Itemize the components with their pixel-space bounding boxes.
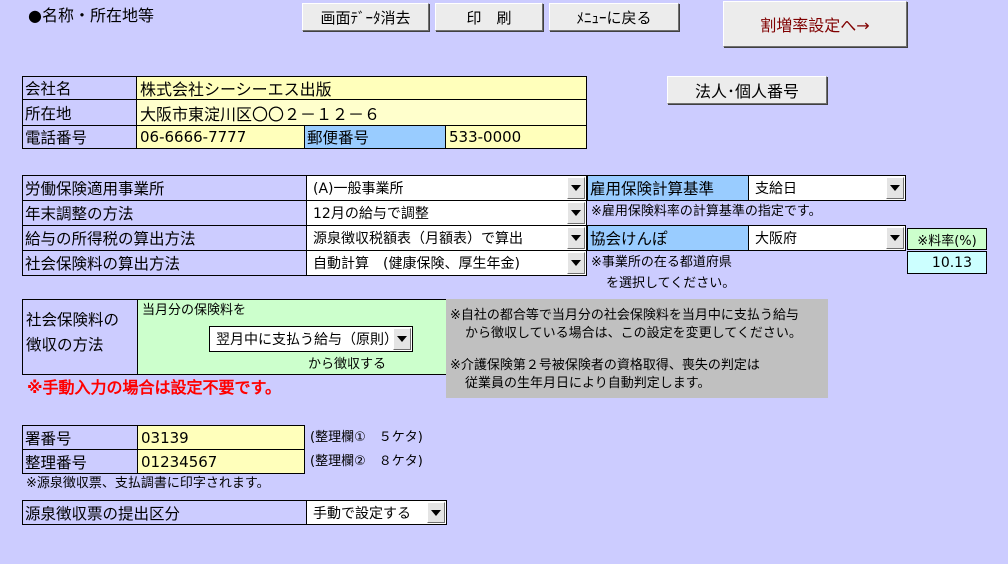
section-title: ●名称・所在地等 (28, 6, 154, 25)
collection-timing-select[interactable]: 翌月中に支払う給与（原則） (209, 326, 413, 352)
collection-label-line1: 社会保険料の (26, 311, 120, 329)
kenpo-value: 大阪府 (755, 231, 797, 247)
year-end-label: 年末調整の方法 (22, 200, 307, 226)
social-insurance-select[interactable]: 自動計算 (健康保険、厚生年金) (306, 250, 587, 276)
company-name-label: 会社名 (22, 76, 137, 100)
dropdown-arrow-icon[interactable] (567, 202, 585, 224)
surcharge-settings-button[interactable]: 割増率設定へ→ (723, 1, 907, 47)
zip-label: 郵便番号 (304, 125, 446, 149)
income-tax-label: 給与の所得税の算出方法 (22, 225, 307, 251)
rate-label: ※料率(%) (907, 228, 987, 250)
clear-data-button[interactable]: 画面ﾃﾞｰﾀ消去 (302, 3, 429, 31)
dropdown-arrow-icon[interactable] (886, 177, 904, 199)
collection-note2-line1: ※介護保険第２号被保険者の資格取得、喪失の判定は (450, 358, 760, 373)
current-month-text: 当月分の保険料を (142, 303, 247, 318)
social-insurance-label: 社会保険料の算出方法 (22, 250, 307, 276)
zip-field[interactable]: 533-0000 (445, 125, 587, 149)
collection-method-label: 社会保険料の 徴収の方法 (22, 299, 138, 375)
print-button[interactable]: 印 刷 (435, 3, 543, 31)
income-tax-value: 源泉徴収税額表（月額表）で算出 (313, 231, 523, 247)
submission-type-select[interactable]: 手動で設定する (306, 500, 447, 525)
employment-calc-value: 支給日 (755, 181, 797, 197)
employment-calc-label: 雇用保険計算基準 (587, 175, 749, 201)
manual-input-warning: ※手動入力の場合は設定不要です。 (27, 378, 281, 397)
year-end-value: 12月の給与で調整 (313, 206, 429, 222)
office-number-field[interactable]: 03139 (137, 425, 305, 450)
dropdown-arrow-icon[interactable] (567, 252, 585, 274)
submission-type-label: 源泉徴収票の提出区分 (22, 500, 307, 525)
collection-note2-line2: 従業員の生年月日により自動判定します。 (465, 376, 711, 391)
company-name-field[interactable]: 株式会社シーシーエス出版 (136, 76, 587, 100)
reference-number-field[interactable]: 01234567 (137, 449, 305, 474)
collection-note1-line2: から徴収している場合は、この設定を変更してください。 (465, 326, 802, 341)
print-note: ※源泉徴収票、支払調書に印字されます。 (26, 476, 270, 491)
submission-type-value: 手動で設定する (313, 505, 411, 522)
kenpo-label: 協会けんぽ (587, 225, 749, 251)
corporate-number-button[interactable]: 法人･個人番号 (667, 76, 827, 104)
phone-label: 電話番号 (22, 125, 137, 149)
office-number-label: 署番号 (22, 425, 138, 450)
labor-insurance-value: (A)一般事業所 (313, 181, 404, 197)
reference-number-note: (整理欄② ８ケタ) (310, 454, 423, 469)
social-insurance-value: 自動計算 (健康保険、厚生年金) (313, 256, 520, 272)
labor-insurance-label: 労働保険適用事業所 (22, 175, 307, 201)
labor-insurance-select[interactable]: (A)一般事業所 (306, 175, 587, 201)
dropdown-arrow-icon[interactable] (886, 227, 904, 249)
kenpo-select[interactable]: 大阪府 (748, 225, 906, 251)
dropdown-arrow-icon[interactable] (567, 177, 585, 199)
collection-method-panel: 当月分の保険料を 翌月中に支払う給与（原則） から徴収する (137, 299, 447, 375)
prefecture-note-line1: ※事業所の在る都道府県 (591, 255, 732, 270)
address-label: 所在地 (22, 99, 137, 126)
menu-button[interactable]: ﾒﾆｭｰに戻る (549, 3, 679, 31)
address-field[interactable]: 大阪市東淀川区〇〇２－１２－６ (136, 99, 587, 126)
collection-label-line2: 徴収の方法 (26, 335, 104, 354)
collection-note1-line1: ※自社の都合等で当月分の社会保険料を当月中に支払う給与 (450, 308, 799, 323)
income-tax-select[interactable]: 源泉徴収税額表（月額表）で算出 (306, 225, 587, 251)
from-text: から徴収する (308, 357, 387, 372)
rate-value-field[interactable]: 10.13 (907, 251, 987, 274)
phone-field[interactable]: 06-6666-7777 (136, 125, 305, 149)
office-number-note: (整理欄① ５ケタ) (310, 430, 423, 445)
collection-timing-value: 翌月中に支払う給与（原則） (216, 332, 398, 348)
dropdown-arrow-icon[interactable] (393, 328, 411, 350)
dropdown-arrow-icon[interactable] (567, 227, 585, 249)
year-end-select[interactable]: 12月の給与で調整 (306, 200, 587, 226)
dropdown-arrow-icon[interactable] (427, 502, 445, 523)
employment-note: ※雇用保険料率の計算基準の指定です。 (591, 204, 822, 219)
prefecture-note-line2: を選択してください。 (606, 276, 736, 291)
employment-calc-select[interactable]: 支給日 (748, 175, 906, 201)
reference-number-label: 整理番号 (22, 449, 138, 474)
